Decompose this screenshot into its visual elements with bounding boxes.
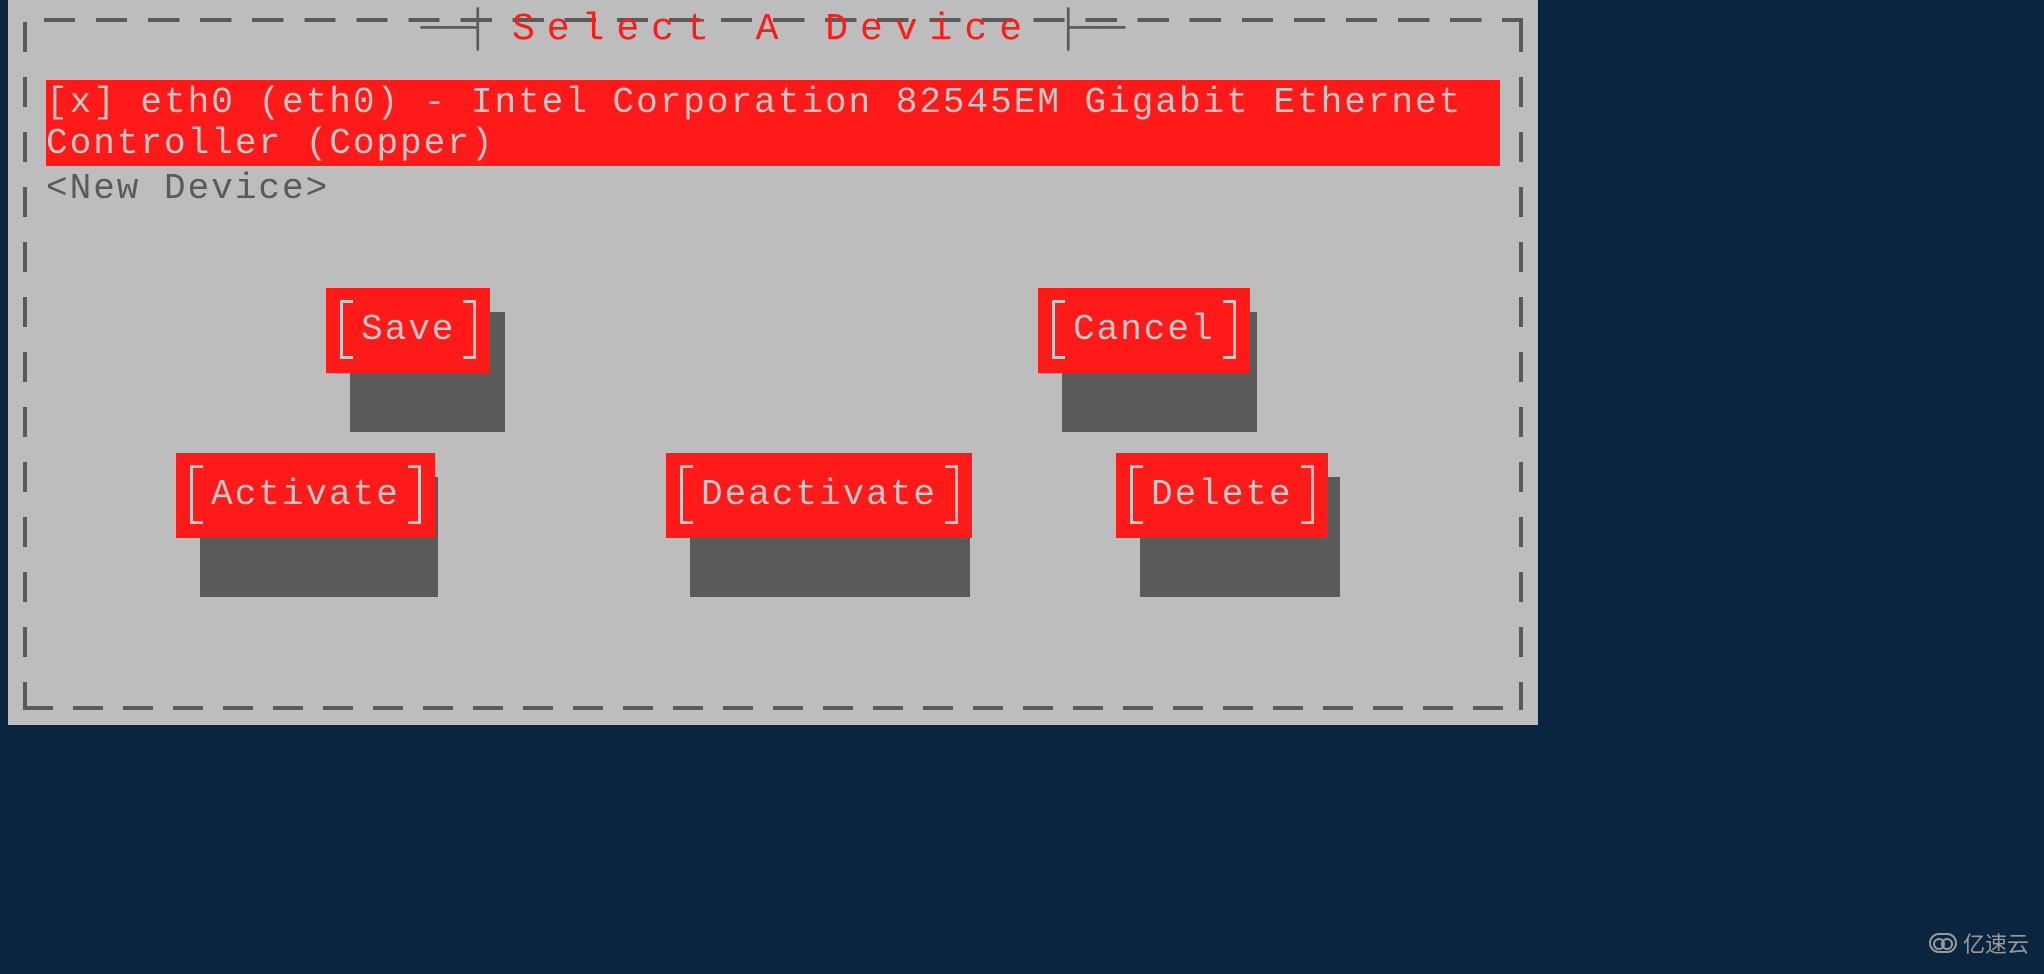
cancel-button[interactable]: Cancel	[1038, 288, 1250, 373]
border-decoration: ├──	[1034, 8, 1125, 51]
activate-button-label: Activate	[211, 474, 400, 515]
save-button[interactable]: Save	[326, 288, 490, 373]
border-decoration: ──┤	[421, 8, 512, 51]
border-decoration	[23, 22, 27, 710]
activate-button[interactable]: Activate	[176, 453, 435, 538]
device-list: [x] eth0 (eth0) - Intel Corporation 8254…	[46, 80, 1500, 211]
cancel-button-label: Cancel	[1073, 309, 1215, 350]
device-item-new[interactable]: <New Device>	[46, 166, 1500, 211]
delete-button-label: Delete	[1151, 474, 1293, 515]
dialog-title-container: ──┤ Select A Device ├──	[421, 8, 1126, 51]
save-button-label: Save	[361, 309, 455, 350]
watermark-text: 亿速云	[1963, 927, 2029, 959]
border-decoration	[1519, 22, 1523, 710]
cloud-icon	[1929, 933, 1957, 953]
device-item-eth0[interactable]: [x] eth0 (eth0) - Intel Corporation 8254…	[46, 80, 1500, 166]
device-selection-dialog: ──┤ Select A Device ├── [x] eth0 (eth0) …	[8, 0, 1538, 725]
deactivate-button-label: Deactivate	[701, 474, 937, 515]
button-panel: Save Cancel Activate Deactivate	[46, 280, 1500, 660]
border-decoration	[23, 706, 1523, 710]
delete-button[interactable]: Delete	[1116, 453, 1328, 538]
watermark: 亿速云	[1929, 927, 2029, 959]
dialog-title: Select A Device	[512, 8, 1034, 51]
deactivate-button[interactable]: Deactivate	[666, 453, 972, 538]
